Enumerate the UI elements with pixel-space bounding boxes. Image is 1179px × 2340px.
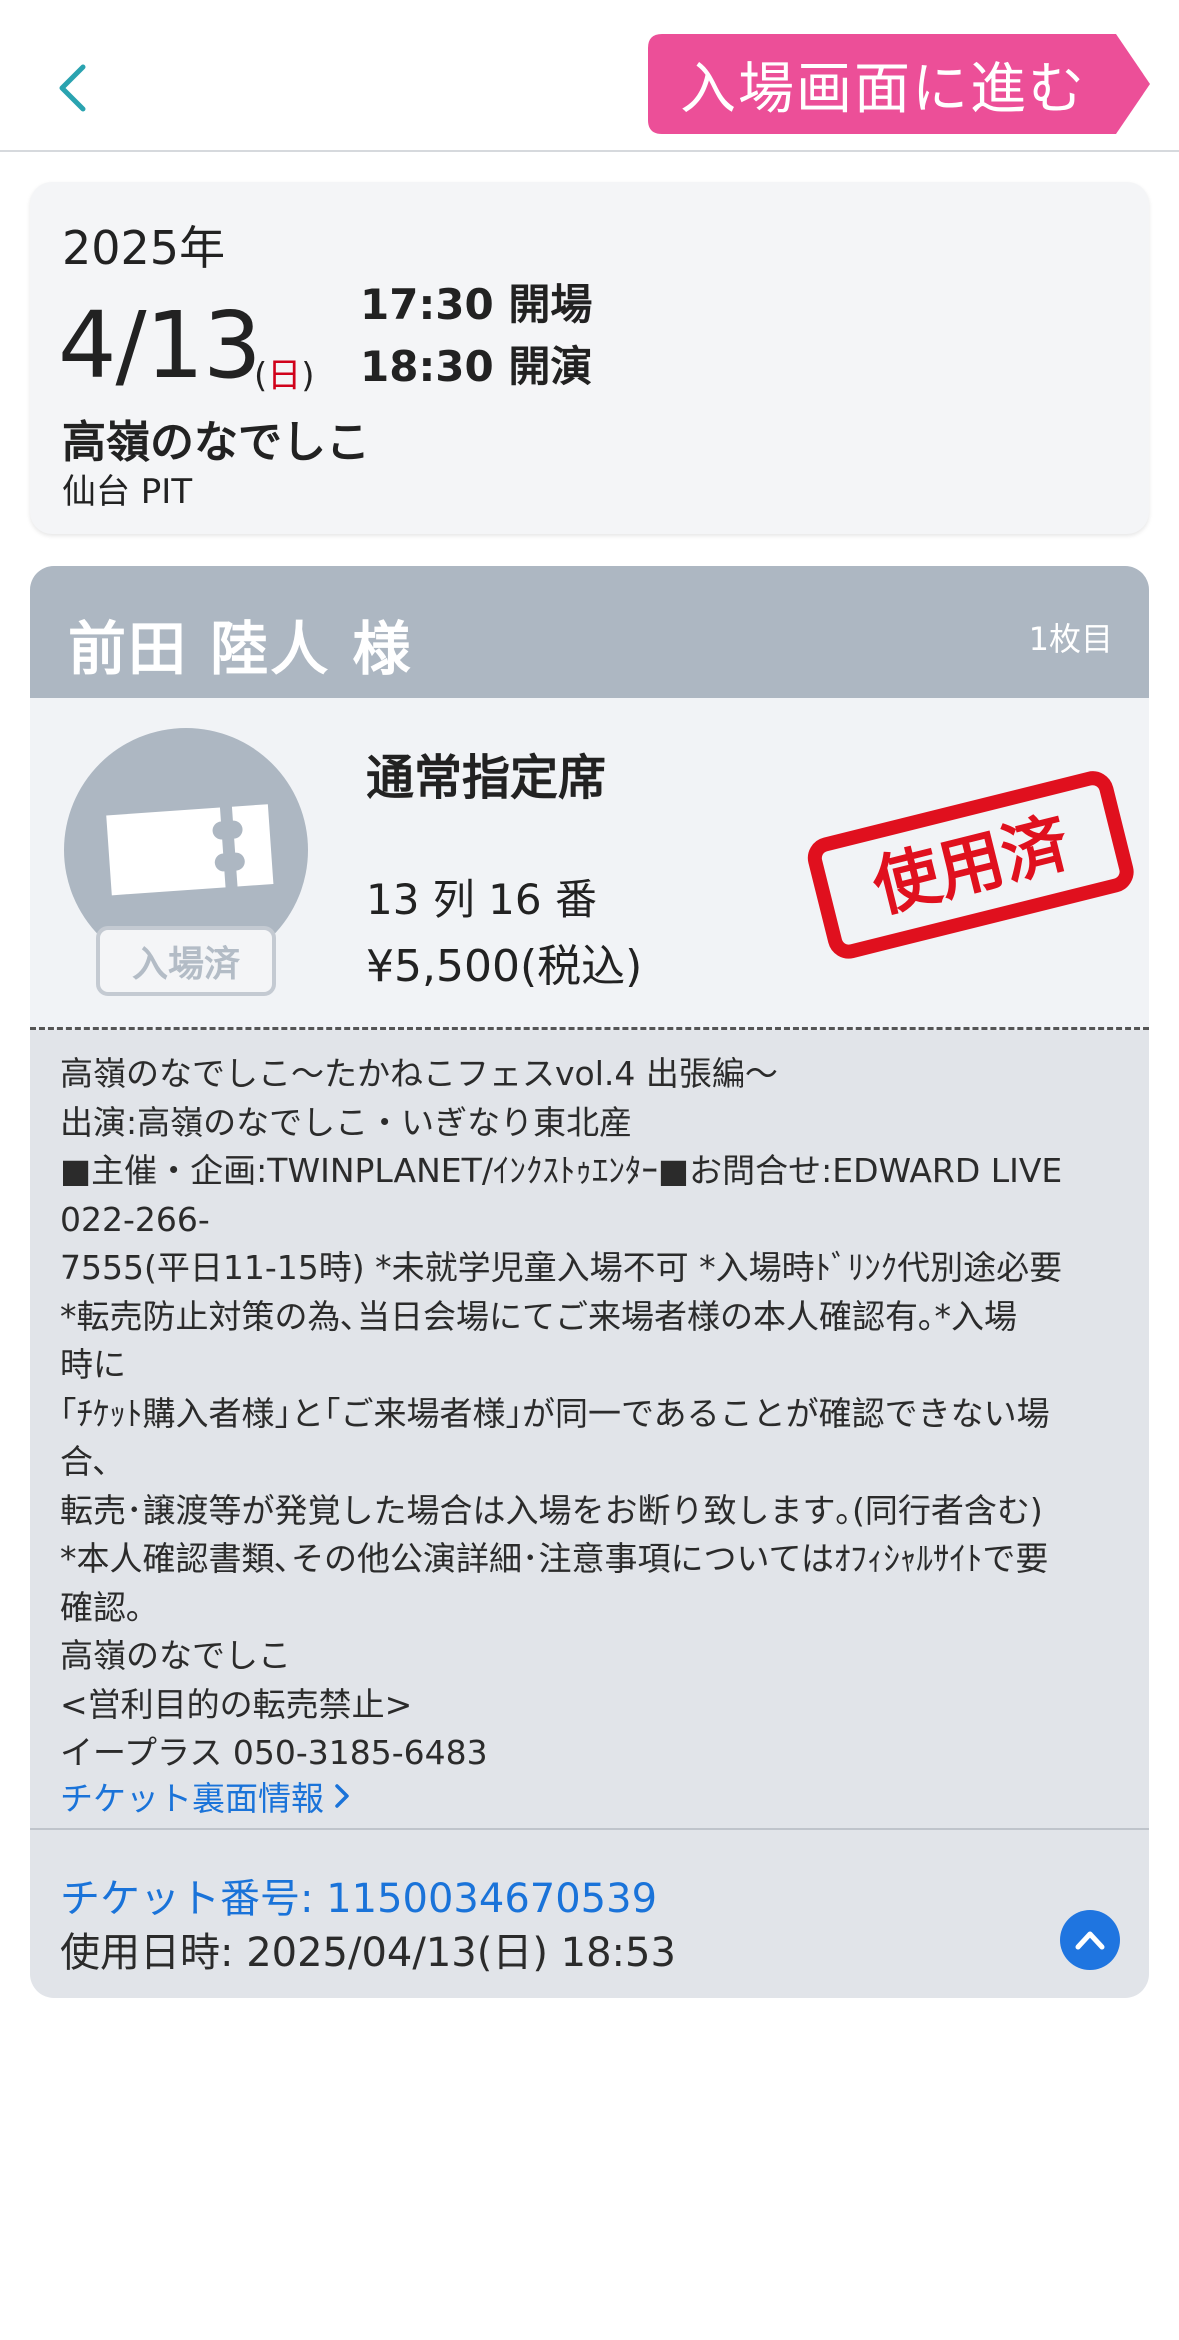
ticket-number[interactable]: チケット番号: 1150034670539 xyxy=(60,1866,657,1924)
ticket-holder-name: 前田 陸人 様 xyxy=(68,615,413,683)
event-info-card: 2025年 4/13 (日) 17:30 開場 18:30 開演 高嶺のなでしこ… xyxy=(30,182,1149,534)
note-line: ■主催・企画:TWINPLANET/ｲﾝｸｽﾄｩｴﾝﾀｰ■お問合せ:EDWARD… xyxy=(60,1151,1063,1190)
note-line: 7555(平日11-15時) *未就学児童入場不可 *入場時ﾄﾞﾘﾝｸ代別途必要 xyxy=(60,1248,1063,1287)
top-bar: 入場画面に進む xyxy=(0,0,1179,152)
note-line: 確認｡ xyxy=(60,1587,143,1627)
note-line: <営利目的の転売禁止> xyxy=(60,1684,413,1724)
chevron-left-icon xyxy=(59,64,86,112)
note-line: 合､ xyxy=(60,1442,110,1481)
note-line: 時に xyxy=(60,1345,126,1384)
event-day-of-week: (日) xyxy=(254,356,315,396)
start-time: 18:30 開演 xyxy=(360,342,593,391)
ticket-notes: 高嶺のなでしこ〜たかねこフェスvol.4 出張編〜 出演:高嶺のなでしこ・いぎな… xyxy=(60,1050,1070,1778)
note-line: 転売･譲渡等が発覚した場合は入場をお断り致します｡(同行者含む) xyxy=(60,1490,1043,1530)
open-time: 17:30 開場 xyxy=(360,280,593,329)
event-artist: 高嶺のなでしこ xyxy=(62,417,370,468)
event-date: 4/13 xyxy=(58,292,262,399)
event-year: 2025年 xyxy=(62,221,226,275)
ticket-back-info-link[interactable]: チケット裏面情報 xyxy=(60,1772,350,1820)
entered-badge: 入場済 xyxy=(96,926,276,996)
used-datetime: 使用日時: 2025/04/13(日) 18:53 xyxy=(60,1930,676,1976)
note-line: ｢ﾁｹｯﾄ購入者様｣と｢ご来場者様｣が同一であることが確認できない場 xyxy=(60,1393,1050,1433)
ticket-price: ¥5,500(税込) xyxy=(366,941,643,992)
used-stamp: 使用済 xyxy=(807,771,1134,959)
chevron-right-icon xyxy=(335,1784,349,1808)
back-button[interactable] xyxy=(48,58,96,118)
seat-type: 通常指定席 xyxy=(366,750,607,806)
note-line: 出演:高嶺のなでしこ・いぎなり東北産 xyxy=(60,1102,633,1142)
note-line: *転売防止対策の為､当日会場にてご来場者様の本人確認有｡*入場 xyxy=(60,1296,1017,1336)
ticket-header: 前田 陸人 様 1枚目 xyxy=(30,566,1149,698)
note-line: 022-266- xyxy=(60,1199,210,1239)
note-line: *本人確認書類､その他公演詳細･注意事項についてはｵﾌｨｼｬﾙｻｲﾄで要 xyxy=(60,1539,1049,1578)
note-line: 高嶺のなでしこ xyxy=(60,1636,291,1675)
chevron-up-icon xyxy=(1075,1931,1105,1950)
seat-number: 13 列 16 番 xyxy=(366,875,597,924)
ticket-count: 1枚目 xyxy=(1028,620,1113,658)
enter-screen-button[interactable]: 入場画面に進む xyxy=(648,34,1150,134)
ticket-seat-section: 入場済 通常指定席 13 列 16 番 ¥5,500(税込) 使用済 xyxy=(30,698,1149,1030)
ticket-card: 前田 陸人 様 1枚目 入場済 通常指定席 13 列 16 番 ¥5,500(税… xyxy=(30,566,1149,1998)
day-of-week-value: 日 xyxy=(267,356,302,396)
enter-screen-label: 入場画面に進む xyxy=(680,56,1086,122)
note-line: 高嶺のなでしこ〜たかねこフェスvol.4 出張編〜 xyxy=(60,1054,778,1093)
divider xyxy=(30,1828,1149,1830)
collapse-button[interactable] xyxy=(1060,1910,1120,1970)
ticket-back-info-label: チケット裏面情報 xyxy=(60,1779,324,1818)
note-line: イープラス 050-3185-6483 xyxy=(60,1733,488,1772)
event-times: 17:30 開場 18:30 開演 xyxy=(360,274,592,398)
event-venue: 仙台 PIT xyxy=(62,472,193,512)
